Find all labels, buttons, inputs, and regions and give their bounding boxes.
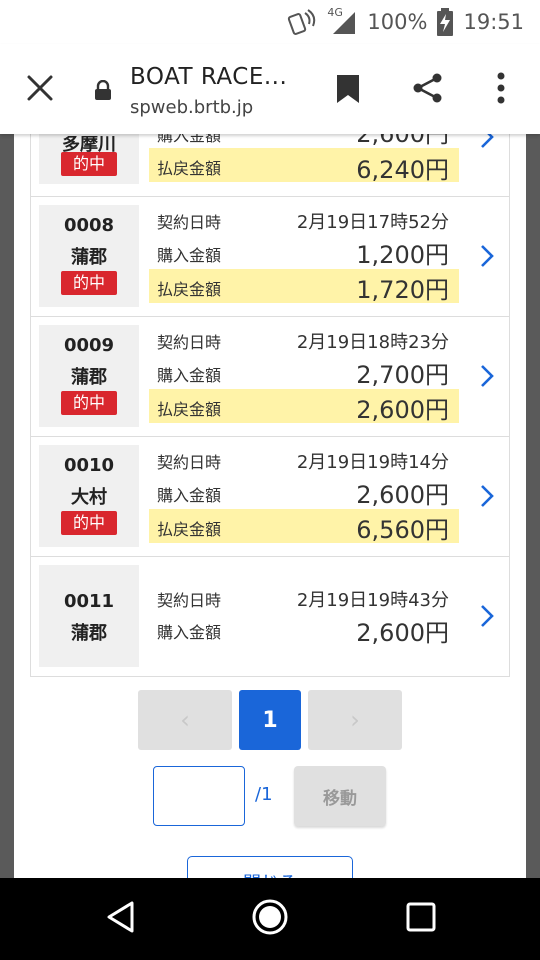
page-url[interactable]: spweb.brtb.jp xyxy=(130,97,253,118)
pagination: ‹ 1 › xyxy=(138,690,402,750)
modal-panel: 多摩川 的中 購入金額 2,600円 払戻金額 6,240円 0008 蒲郡 的… xyxy=(14,134,526,878)
purchase-label: 購入金額 xyxy=(157,246,222,265)
next-page-button[interactable]: › xyxy=(308,690,402,750)
page-title: BOAT RACE... xyxy=(130,64,288,90)
race-number: 0009 xyxy=(63,335,115,356)
venue-box: 0011 蒲郡 xyxy=(39,565,139,667)
purchase-label: 購入金額 xyxy=(157,134,222,145)
chevron-right-icon[interactable] xyxy=(479,483,495,509)
hit-badge: 的中 xyxy=(61,271,117,295)
page-content: 多摩川 的中 購入金額 2,600円 払戻金額 6,240円 0008 蒲郡 的… xyxy=(0,134,540,878)
purchase-label: 購入金額 xyxy=(157,486,222,505)
contract-date-label: 契約日時 xyxy=(157,591,222,610)
contract-date: 2月19日17時52分 xyxy=(296,212,449,233)
payout-label: 払戻金額 xyxy=(157,520,222,539)
prev-page-button[interactable]: ‹ xyxy=(138,690,232,750)
payout-amount: 2,600円 xyxy=(356,396,449,424)
payout-label: 払戻金額 xyxy=(157,280,222,299)
payout-amount: 6,240円 xyxy=(356,156,449,184)
purchase-amount: 2,600円 xyxy=(356,481,449,509)
contract-date: 2月19日19時43分 xyxy=(296,590,449,611)
move-button[interactable]: 移動 xyxy=(294,766,386,826)
payout-label: 払戻金額 xyxy=(157,400,222,419)
share-icon[interactable] xyxy=(412,72,444,104)
payout-amount: 6,560円 xyxy=(356,516,449,544)
chevron-right-icon[interactable] xyxy=(479,243,495,269)
purchase-amount: 2,600円 xyxy=(356,619,449,647)
purchase-label: 購入金額 xyxy=(157,366,222,385)
venue-box: 0009 蒲郡 的中 xyxy=(39,325,139,427)
chevron-right-icon[interactable] xyxy=(479,134,495,150)
bookmark-icon[interactable] xyxy=(336,74,360,104)
clock: 19:51 xyxy=(463,10,524,34)
contract-date-label: 契約日時 xyxy=(157,333,222,352)
home-icon[interactable] xyxy=(251,898,289,936)
current-page-button[interactable]: 1 xyxy=(239,690,301,750)
list-item[interactable]: 0008 蒲郡 的中 契約日時 2月19日17時52分 購入金額 1,200円 … xyxy=(31,196,509,316)
purchase-amount: 1,200円 xyxy=(356,241,449,269)
hit-badge: 的中 xyxy=(61,152,117,176)
purchase-amount: 2,600円 xyxy=(356,134,449,148)
venue-name: 大村 xyxy=(71,487,107,508)
chevron-right-icon[interactable] xyxy=(479,603,495,629)
purchase-amount: 2,700円 xyxy=(356,361,449,389)
cell-signal-icon xyxy=(333,12,356,34)
bet-history-list: 多摩川 的中 購入金額 2,600円 払戻金額 6,240円 0008 蒲郡 的… xyxy=(30,134,510,677)
status-bar: 4G 100% 19:51 xyxy=(0,0,540,44)
list-item[interactable]: 0009 蒲郡 的中 契約日時 2月19日18時23分 購入金額 2,700円 … xyxy=(31,316,509,436)
battery-charging-icon xyxy=(437,8,454,36)
contract-date-label: 契約日時 xyxy=(157,453,222,472)
system-nav-bar xyxy=(0,878,540,960)
contract-date-label: 契約日時 xyxy=(157,213,222,232)
total-pages: /1 xyxy=(255,784,273,805)
phone-signal-icon xyxy=(288,9,316,35)
recent-apps-icon[interactable] xyxy=(406,902,436,932)
back-icon[interactable] xyxy=(106,900,136,934)
list-item[interactable]: 0011 蒲郡 契約日時 2月19日19時43分 購入金額 2,600円 xyxy=(31,556,509,676)
race-number: 0011 xyxy=(63,591,115,612)
close-icon[interactable] xyxy=(26,74,54,102)
list-item[interactable]: 0010 大村 的中 契約日時 2月19日19時14分 購入金額 2,600円 … xyxy=(31,436,509,556)
page-number-input[interactable] xyxy=(153,766,245,826)
contract-date: 2月19日19時14分 xyxy=(296,452,449,473)
battery-percent: 100% xyxy=(367,10,428,34)
hit-badge: 的中 xyxy=(61,391,117,415)
payout-label: 払戻金額 xyxy=(157,159,222,178)
venue-name: 蒲郡 xyxy=(71,247,107,268)
race-number: 0008 xyxy=(63,215,115,236)
hit-badge: 的中 xyxy=(61,511,117,535)
venue-box: 0010 大村 的中 xyxy=(39,445,139,547)
lock-icon xyxy=(95,80,111,100)
venue-box: 0008 蒲郡 的中 xyxy=(39,205,139,307)
purchase-label: 購入金額 xyxy=(157,623,222,642)
page-jump: /1 移動 xyxy=(153,766,393,828)
list-item[interactable]: 多摩川 的中 購入金額 2,600円 払戻金額 6,240円 xyxy=(31,134,509,196)
more-options-icon[interactable] xyxy=(494,72,508,104)
payout-amount: 1,720円 xyxy=(356,276,449,304)
race-number: 0010 xyxy=(63,455,115,476)
venue-box: 多摩川 的中 xyxy=(39,134,139,184)
venue-name: 蒲郡 xyxy=(71,623,107,644)
chevron-right-icon[interactable] xyxy=(479,363,495,389)
venue-name: 蒲郡 xyxy=(71,367,107,388)
contract-date: 2月19日18時23分 xyxy=(296,332,449,353)
close-button[interactable]: 閉じる xyxy=(187,856,353,878)
browser-toolbar: BOAT RACE... spweb.brtb.jp xyxy=(0,44,540,134)
